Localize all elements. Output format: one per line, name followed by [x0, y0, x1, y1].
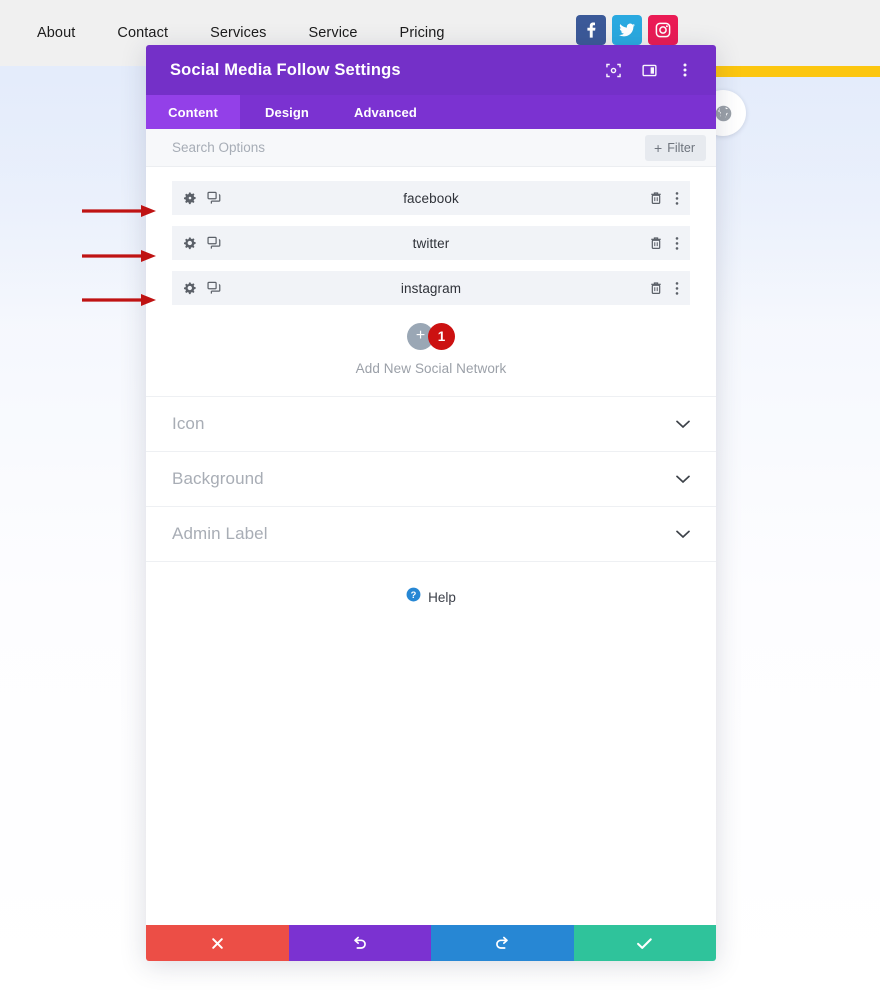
row-right-actions — [619, 281, 679, 296]
trash-icon[interactable] — [649, 191, 663, 205]
more-vertical-icon[interactable] — [675, 281, 679, 296]
row-right-actions — [619, 236, 679, 251]
chevron-down-icon[interactable] — [676, 475, 690, 484]
section-admin-label[interactable]: Admin Label — [146, 506, 716, 561]
filter-button[interactable]: + Filter — [645, 134, 706, 161]
tab-design[interactable]: Design — [240, 95, 334, 129]
modal-titlebar: Social Media Follow Settings — [146, 45, 716, 95]
fullscreen-icon[interactable] — [604, 61, 622, 79]
instagram-icon[interactable] — [648, 15, 678, 45]
close-x-icon — [211, 937, 223, 949]
redo-arrow-icon — [496, 936, 509, 949]
add-new-controls: + 1 — [407, 323, 455, 350]
tab-content[interactable]: Content — [146, 95, 240, 129]
nav-social-buttons — [576, 15, 678, 45]
section-icon[interactable]: Icon — [146, 396, 716, 451]
more-vertical-icon[interactable] — [675, 236, 679, 251]
facebook-icon[interactable] — [576, 15, 606, 45]
row-left-actions — [183, 281, 243, 295]
row-right-actions — [619, 191, 679, 206]
save-button[interactable] — [573, 925, 716, 961]
table-row[interactable]: twitter — [172, 226, 690, 260]
gear-icon[interactable] — [183, 236, 197, 250]
undo-arrow-icon — [353, 936, 366, 949]
question-circle-icon: ? — [406, 587, 421, 607]
section-background[interactable]: Background — [146, 451, 716, 506]
search-row: + Filter — [146, 129, 716, 167]
add-new-social-network: + 1 Add New Social Network — [146, 316, 716, 396]
settings-modal: Social Media Follow Settings Content Des… — [146, 45, 716, 961]
modal-title-actions — [604, 61, 694, 79]
more-vertical-icon[interactable] — [675, 191, 679, 206]
nav-link-pricing[interactable]: Pricing — [379, 25, 466, 41]
duplicate-icon[interactable] — [207, 236, 221, 250]
row-label: instagram — [400, 280, 462, 296]
help-label: Help — [428, 589, 456, 605]
svg-text:?: ? — [411, 590, 417, 600]
modal-footer — [146, 925, 716, 961]
tab-advanced[interactable]: Advanced — [334, 95, 437, 129]
row-label: twitter — [412, 235, 450, 251]
row-left-actions — [183, 191, 243, 205]
modal-title: Social Media Follow Settings — [170, 60, 401, 79]
undo-button[interactable] — [288, 925, 431, 961]
table-row[interactable]: facebook — [172, 181, 690, 215]
search-input[interactable] — [172, 140, 646, 155]
nav-link-services[interactable]: Services — [189, 25, 287, 41]
status-badge: 1 — [428, 323, 455, 350]
help-link[interactable]: ? Help — [146, 561, 716, 635]
nav-link-service[interactable]: Service — [287, 25, 378, 41]
trash-icon[interactable] — [649, 281, 663, 295]
row-label: facebook — [403, 190, 459, 206]
duplicate-icon[interactable] — [207, 191, 221, 205]
row-left-actions — [183, 236, 243, 250]
more-vertical-icon[interactable] — [676, 61, 694, 79]
trash-icon[interactable] — [649, 236, 663, 250]
section-title: Background — [172, 469, 264, 488]
gear-icon[interactable] — [183, 191, 197, 205]
add-new-social-network-label[interactable]: Add New Social Network — [146, 361, 716, 376]
duplicate-icon[interactable] — [207, 281, 221, 295]
nav-link-contact[interactable]: Contact — [96, 25, 189, 41]
plus-icon: + — [654, 139, 663, 156]
nav-link-about[interactable]: About — [16, 25, 96, 41]
redo-button[interactable] — [431, 925, 574, 961]
twitter-icon[interactable] — [612, 15, 642, 45]
gear-icon[interactable] — [183, 281, 197, 295]
section-title: Admin Label — [172, 524, 268, 543]
cancel-button[interactable] — [146, 925, 289, 961]
checkmark-icon — [637, 937, 653, 949]
modal-empty-area — [146, 635, 716, 925]
section-title: Icon — [172, 414, 205, 433]
layout-panel-icon[interactable] — [640, 61, 658, 79]
chevron-down-icon[interactable] — [676, 530, 690, 539]
table-row[interactable]: instagram — [172, 271, 690, 305]
globe-icon — [715, 105, 731, 121]
chevron-down-icon[interactable] — [676, 420, 690, 429]
modal-tabs: Content Design Advanced — [146, 95, 716, 129]
filter-button-label: Filter — [667, 140, 695, 155]
social-network-list: facebook twitter instagram — [146, 167, 716, 305]
